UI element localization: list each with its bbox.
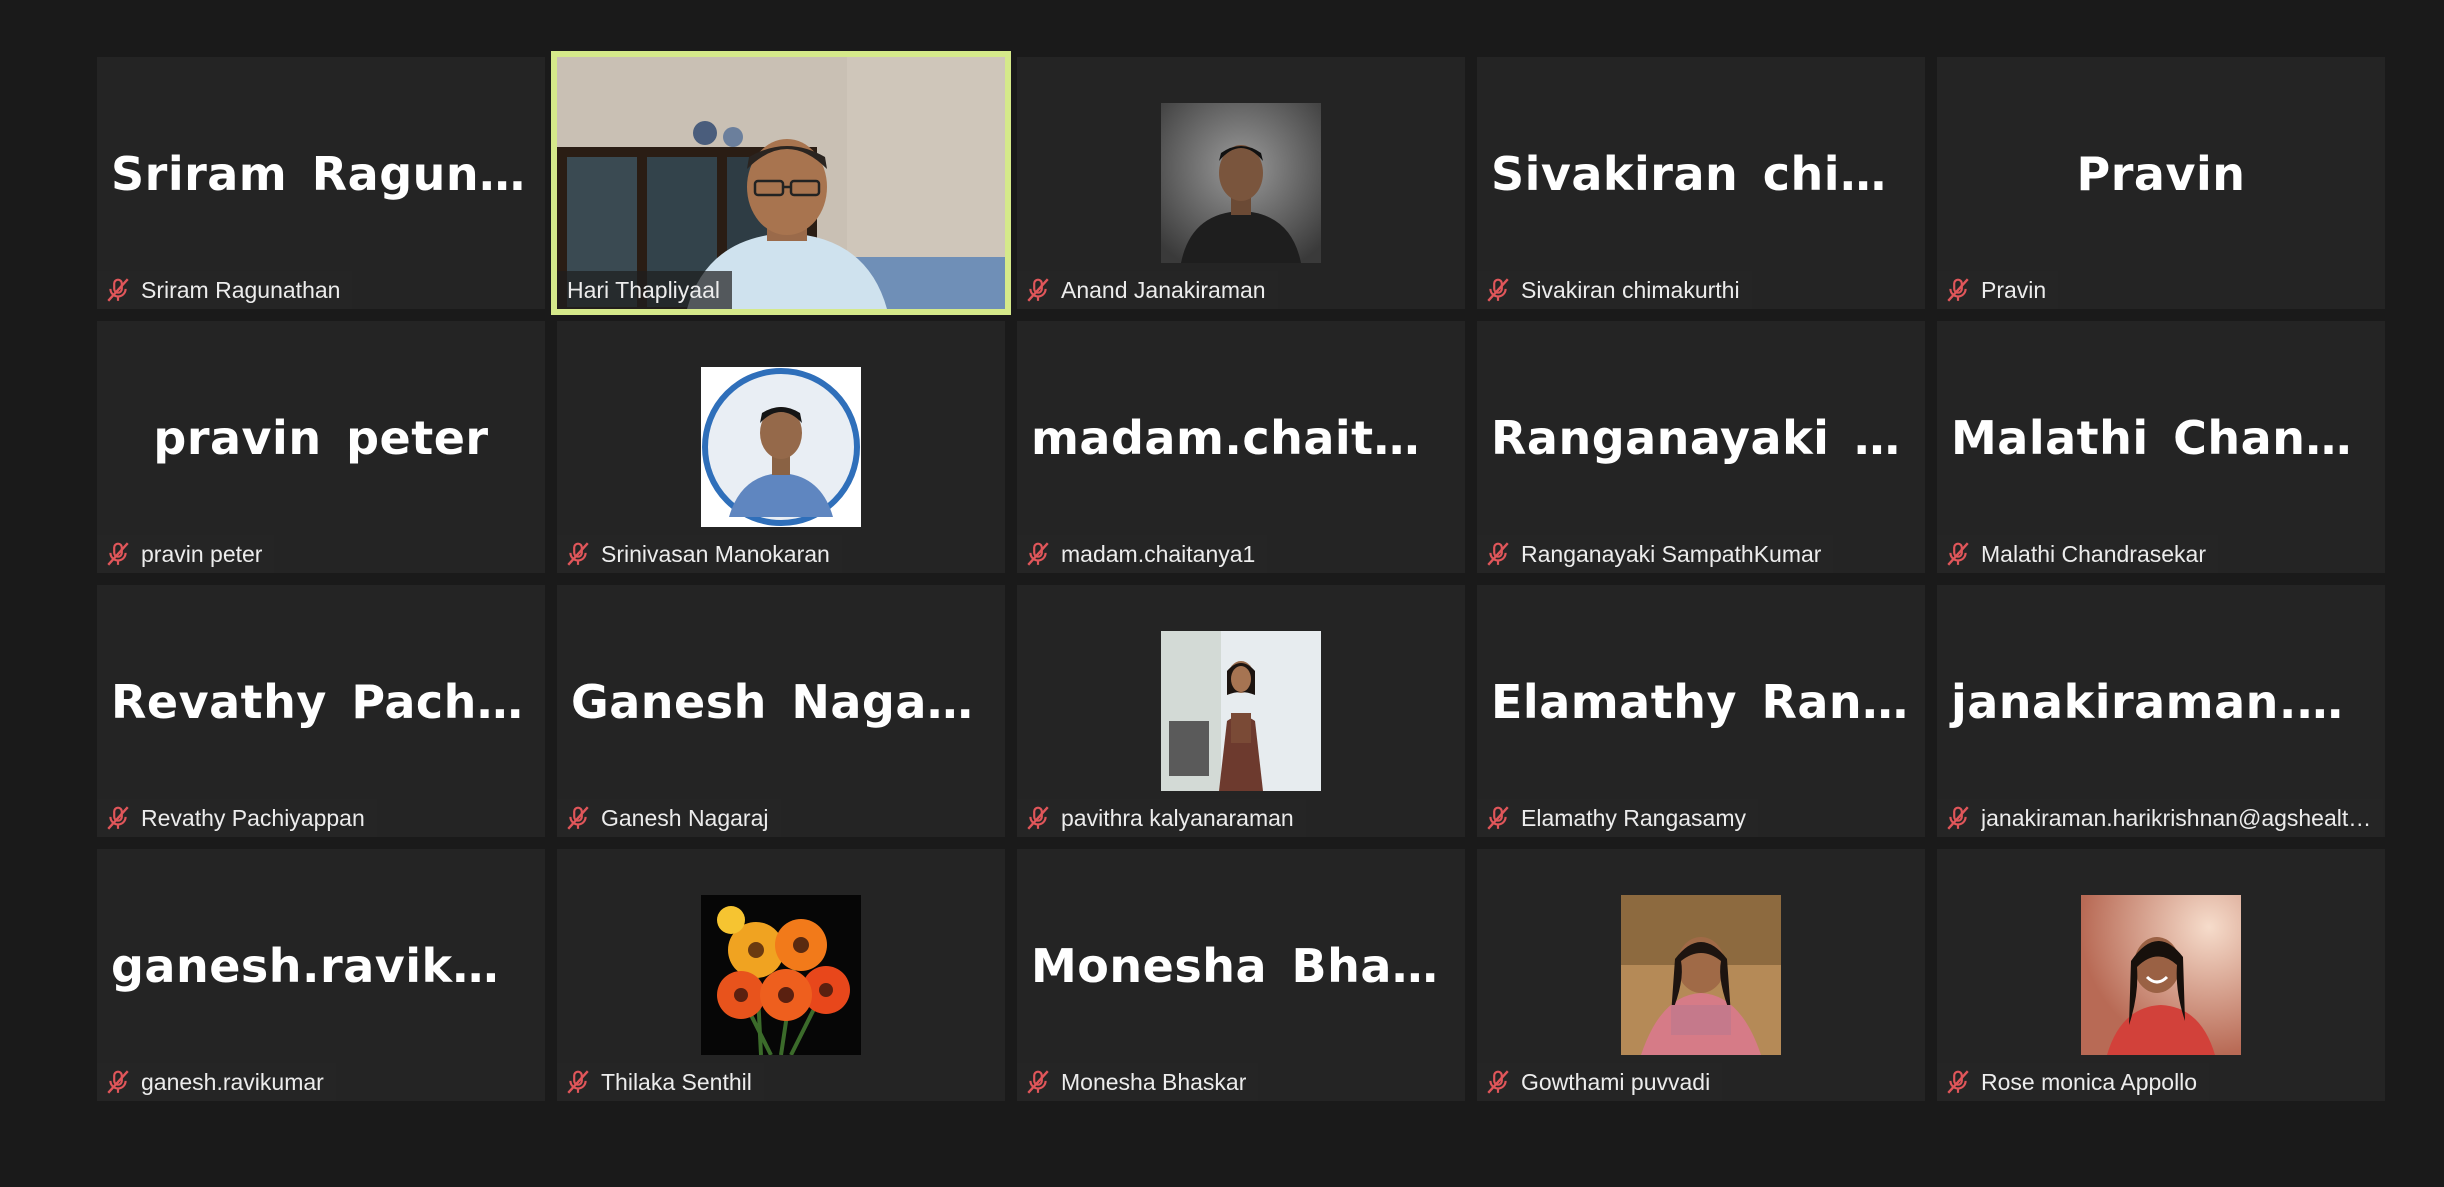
participant-tile[interactable]: Srinivasan Manokaran	[557, 321, 1005, 573]
participant-tile[interactable]: ganesh.ravikumar ganesh.ravikumar	[97, 849, 545, 1101]
participant-avatar-photo	[1161, 631, 1321, 791]
participant-name-label: pravin peter	[141, 540, 263, 567]
participant-name-label: janakiraman.harikrishnan@agshealt…	[1981, 804, 2372, 831]
participant-display-name: janakiraman.har…	[1951, 675, 2385, 729]
participant-display-name: Ganesh Nagaraj	[571, 675, 998, 729]
participant-display-name: madam.chaitan…	[1031, 411, 1465, 465]
participant-display-name: Ranganayaki Sa…	[1491, 411, 1925, 465]
participant-avatar-photo	[2081, 895, 2241, 1055]
participant-name-label: madam.chaitanya1	[1061, 540, 1256, 567]
participant-tile[interactable]: Sivakiran chima… Sivakiran chimakurthi	[1477, 57, 1925, 309]
participant-avatar-photo	[701, 895, 861, 1055]
participant-nameplate: Monesha Bhaskar	[1017, 1063, 1259, 1101]
participant-name-label: ganesh.ravikumar	[141, 1068, 324, 1095]
participant-grid: Sriram Ragunat… Sriram Ragunathan Hari T…	[97, 51, 2385, 1101]
participant-nameplate: janakiraman.harikrishnan@agshealt…	[1937, 799, 2384, 837]
participant-tile[interactable]: Revathy Pachiya… Revathy Pachiyappan	[97, 585, 545, 837]
participant-nameplate: Anand Janakiraman	[1017, 271, 1278, 309]
participant-tile[interactable]: Hari Thapliyaal	[551, 51, 1011, 315]
mic-muted-icon	[1025, 277, 1051, 303]
participant-nameplate: pravin peter	[97, 535, 275, 573]
participant-name-label: Gowthami puvvadi	[1521, 1068, 1711, 1095]
participant-nameplate: Ganesh Nagaraj	[557, 799, 781, 837]
participant-tile[interactable]: Monesha Bhaskar Monesha Bhaskar	[1017, 849, 1465, 1101]
participant-name-label: Ranganayaki SampathKumar	[1521, 540, 1822, 567]
mic-muted-icon	[1945, 805, 1971, 831]
participant-display-name: Monesha Bhaskar	[1031, 939, 1465, 993]
participant-nameplate: Ranganayaki SampathKumar	[1477, 535, 1834, 573]
mic-muted-icon	[1945, 1069, 1971, 1095]
participant-tile[interactable]: Sriram Ragunat… Sriram Ragunathan	[97, 57, 545, 309]
participant-tile[interactable]: Malathi Chandr… Malathi Chandrasekar	[1937, 321, 2385, 573]
participant-name-label: Hari Thapliyaal	[567, 276, 720, 303]
participant-nameplate: ganesh.ravikumar	[97, 1063, 336, 1101]
mic-muted-icon	[1025, 805, 1051, 831]
mic-muted-icon	[1485, 1069, 1511, 1095]
mic-muted-icon	[105, 541, 131, 567]
participant-nameplate: Hari Thapliyaal	[557, 271, 732, 309]
participant-name-label: Pravin	[1981, 276, 2047, 303]
participant-nameplate: Sivakiran chimakurthi	[1477, 271, 1752, 309]
mic-muted-icon	[1945, 541, 1971, 567]
participant-avatar-photo	[1621, 895, 1781, 1055]
participant-nameplate: Malathi Chandrasekar	[1937, 535, 2219, 573]
mic-muted-icon	[565, 541, 591, 567]
participant-display-name: Elamathy Ranga…	[1491, 675, 1925, 729]
participant-name-label: Monesha Bhaskar	[1061, 1068, 1247, 1095]
participant-tile[interactable]: Ranganayaki Sa… Ranganayaki SampathKumar	[1477, 321, 1925, 573]
mic-muted-icon	[105, 277, 131, 303]
participant-nameplate: pavithra kalyanaraman	[1017, 799, 1306, 837]
participant-display-name: ganesh.ravikumar	[111, 939, 545, 993]
participant-tile[interactable]: Rose monica Appollo	[1937, 849, 2385, 1101]
participant-display-name: Pravin	[2076, 147, 2246, 201]
participant-display-name: Revathy Pachiya…	[111, 675, 545, 729]
participant-nameplate: madam.chaitanya1	[1017, 535, 1268, 573]
participant-name-label: Ganesh Nagaraj	[601, 804, 769, 831]
participant-nameplate: Pravin	[1937, 271, 2059, 309]
mic-muted-icon	[1485, 541, 1511, 567]
mic-muted-icon	[565, 805, 591, 831]
participant-name-label: pavithra kalyanaraman	[1061, 804, 1294, 831]
mic-muted-icon	[1025, 1069, 1051, 1095]
participant-tile[interactable]: pavithra kalyanaraman	[1017, 585, 1465, 837]
participant-name-label: Revathy Pachiyappan	[141, 804, 365, 831]
participant-avatar-photo	[1161, 103, 1321, 263]
participant-nameplate: Rose monica Appollo	[1937, 1063, 2210, 1101]
participant-display-name: Malathi Chandr…	[1951, 411, 2385, 465]
participant-tile[interactable]: Ganesh Nagaraj Ganesh Nagaraj	[557, 585, 1005, 837]
mic-muted-icon	[105, 805, 131, 831]
participant-tile[interactable]: Gowthami puvvadi	[1477, 849, 1925, 1101]
participant-name-label: Thilaka Senthil	[601, 1068, 752, 1095]
mic-muted-icon	[1485, 805, 1511, 831]
participant-tile[interactable]: janakiraman.har… janakiraman.harikrishna…	[1937, 585, 2385, 837]
participant-name-label: Sriram Ragunathan	[141, 276, 341, 303]
mic-muted-icon	[105, 1069, 131, 1095]
participant-name-label: Srinivasan Manokaran	[601, 540, 830, 567]
participant-name-label: Elamathy Rangasamy	[1521, 804, 1746, 831]
participant-nameplate: Thilaka Senthil	[557, 1063, 764, 1101]
participant-avatar-photo	[701, 367, 861, 527]
participant-tile[interactable]: madam.chaitan… madam.chaitanya1	[1017, 321, 1465, 573]
mic-muted-icon	[565, 1069, 591, 1095]
participant-name-label: Sivakiran chimakurthi	[1521, 276, 1740, 303]
participant-tile[interactable]: Thilaka Senthil	[557, 849, 1005, 1101]
participant-tile[interactable]: Pravin Pravin	[1937, 57, 2385, 309]
participant-nameplate: Elamathy Rangasamy	[1477, 799, 1758, 837]
participant-nameplate: Gowthami puvvadi	[1477, 1063, 1723, 1101]
participant-display-name: Sriram Ragunat…	[111, 147, 545, 201]
participant-name-label: Anand Janakiraman	[1061, 276, 1266, 303]
participant-tile[interactable]: pravin peter pravin peter	[97, 321, 545, 573]
participant-nameplate: Sriram Ragunathan	[97, 271, 353, 309]
participant-name-label: Malathi Chandrasekar	[1981, 540, 2207, 567]
participant-nameplate: Srinivasan Manokaran	[557, 535, 842, 573]
participant-nameplate: Revathy Pachiyappan	[97, 799, 377, 837]
participant-display-name: Sivakiran chima…	[1491, 147, 1925, 201]
mic-muted-icon	[1945, 277, 1971, 303]
mic-muted-icon	[1025, 541, 1051, 567]
participant-tile[interactable]: Anand Janakiraman	[1017, 57, 1465, 309]
mic-muted-icon	[1485, 277, 1511, 303]
participant-tile[interactable]: Elamathy Ranga… Elamathy Rangasamy	[1477, 585, 1925, 837]
participant-display-name: pravin peter	[153, 411, 489, 465]
participant-name-label: Rose monica Appollo	[1981, 1068, 2198, 1095]
